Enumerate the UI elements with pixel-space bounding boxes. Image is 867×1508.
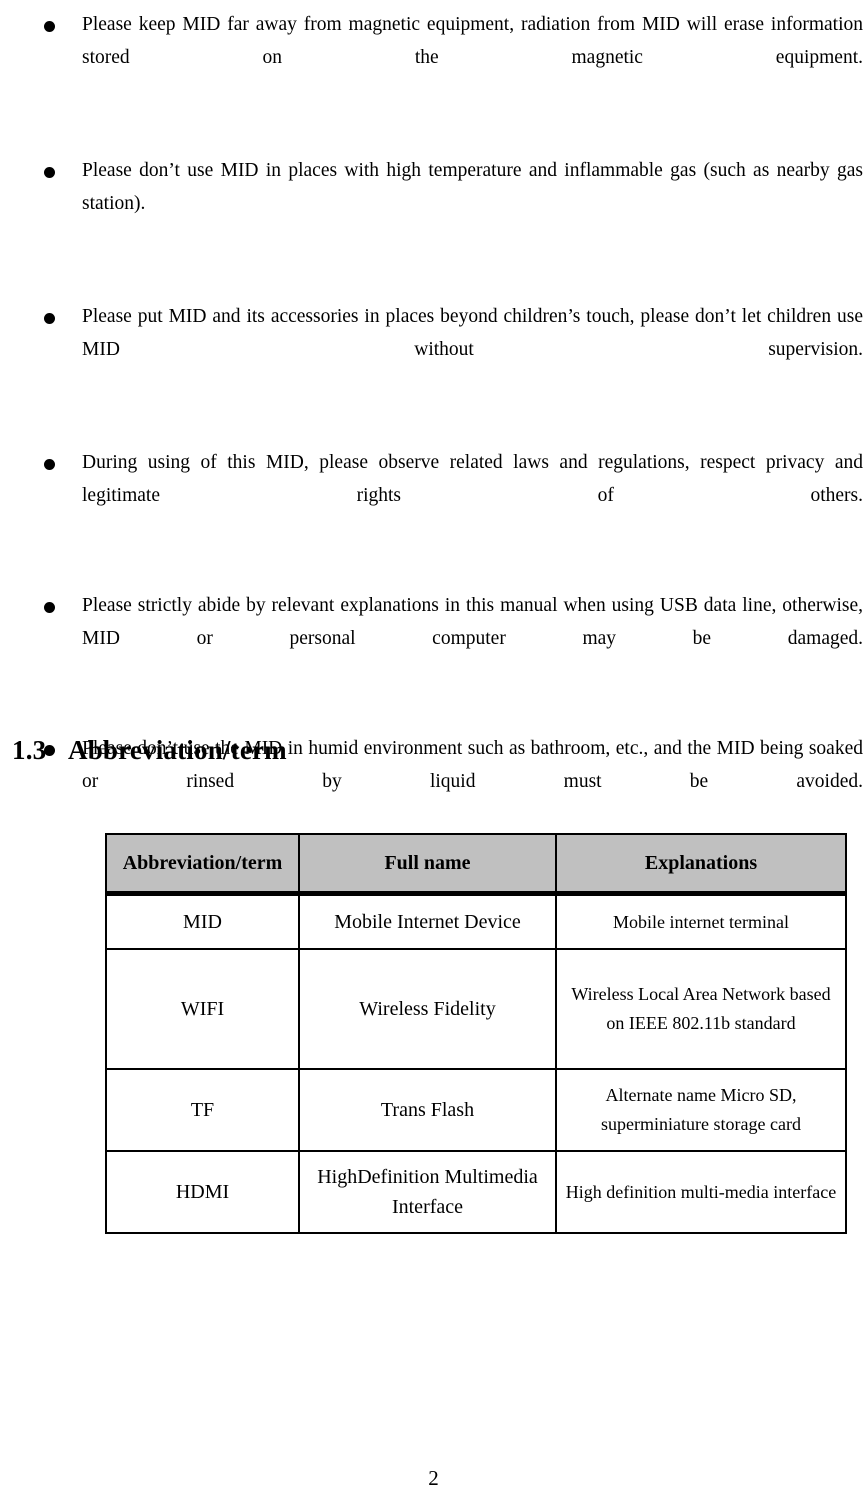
- section-heading: 1.3 Abbreviation/term: [12, 735, 287, 766]
- section-title: Abbreviation/term: [68, 735, 287, 765]
- bullet-icon: [44, 602, 55, 613]
- table-row: MID Mobile Internet Device Mobile intern…: [106, 895, 846, 949]
- list-item: Please put MID and its accessories in pl…: [0, 300, 867, 399]
- table-row: WIFI Wireless Fidelity Wireless Local Ar…: [106, 949, 846, 1069]
- note-text: Please don’t use MID in places with high…: [82, 160, 863, 214]
- bullet-icon: [44, 167, 55, 178]
- column-header-abbreviation: Abbreviation/term: [106, 834, 299, 895]
- table-header: Abbreviation/term Full name Explanations: [106, 834, 846, 895]
- list-item: During using of this MID, please observe…: [0, 446, 867, 545]
- cell-full-name: Wireless Fidelity: [299, 949, 556, 1069]
- bullet-icon: [44, 459, 55, 470]
- note-text: Please keep MID far away from magnetic e…: [82, 14, 863, 68]
- list-item: Please strictly abide by relevant explan…: [0, 589, 867, 688]
- cell-abbreviation: WIFI: [106, 949, 299, 1069]
- cell-full-name: HighDefinition Multimedia Interface: [299, 1151, 556, 1233]
- table-header-row: Abbreviation/term Full name Explanations: [106, 834, 846, 895]
- cell-abbreviation: TF: [106, 1069, 299, 1151]
- cell-explanation: High definition multi-media interface: [556, 1151, 846, 1233]
- column-header-explanations: Explanations: [556, 834, 846, 895]
- bullet-icon: [44, 313, 55, 324]
- section-number: 1.3: [12, 735, 47, 765]
- note-text: Please strictly abide by relevant explan…: [82, 595, 863, 649]
- cell-explanation: Mobile internet terminal: [556, 895, 846, 949]
- table-row: TF Trans Flash Alternate name Micro SD, …: [106, 1069, 846, 1151]
- column-header-full-name: Full name: [299, 834, 556, 895]
- safety-notes-list: Please keep MID far away from magnetic e…: [0, 0, 867, 831]
- bullet-icon: [44, 21, 55, 32]
- cell-abbreviation: HDMI: [106, 1151, 299, 1233]
- cell-explanation: Wireless Local Area Network based on IEE…: [556, 949, 846, 1069]
- list-item: Please keep MID far away from magnetic e…: [0, 8, 867, 107]
- abbreviation-table-container: Abbreviation/term Full name Explanations…: [105, 833, 847, 1234]
- cell-explanation: Alternate name Micro SD, superminiature …: [556, 1069, 846, 1151]
- cell-full-name: Mobile Internet Device: [299, 895, 556, 949]
- table-row: HDMI HighDefinition Multimedia Interface…: [106, 1151, 846, 1233]
- cell-full-name: Trans Flash: [299, 1069, 556, 1151]
- table-body: MID Mobile Internet Device Mobile intern…: [106, 895, 846, 1233]
- note-text: Please put MID and its accessories in pl…: [82, 306, 863, 360]
- page-number: 2: [428, 1466, 439, 1490]
- abbreviation-table: Abbreviation/term Full name Explanations…: [105, 833, 847, 1234]
- cell-abbreviation: MID: [106, 895, 299, 949]
- document-page: Please keep MID far away from magnetic e…: [0, 0, 867, 1508]
- note-text: During using of this MID, please observe…: [82, 452, 863, 506]
- list-item: Please don’t use MID in places with high…: [0, 154, 867, 253]
